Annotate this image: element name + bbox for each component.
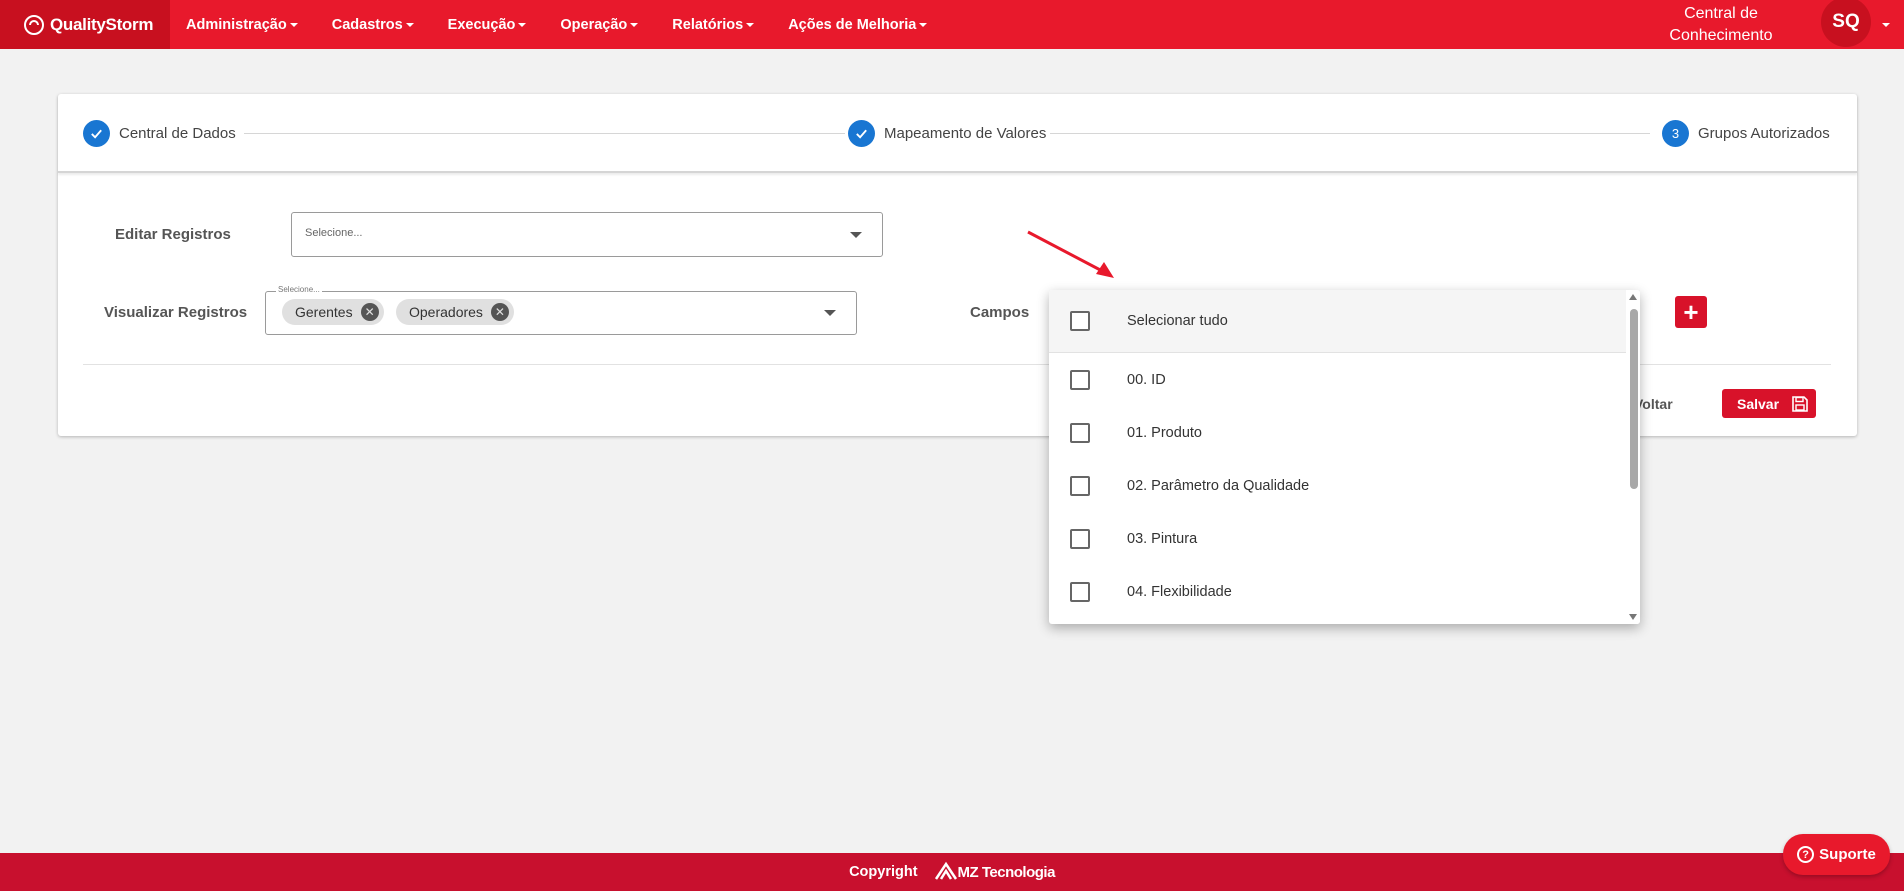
knowledge-center-link[interactable]: Central de Conhecimento xyxy=(1661,3,1781,47)
edit-records-select[interactable]: Selecione... xyxy=(291,212,883,257)
select-placeholder: Selecione... xyxy=(305,227,363,239)
avatar[interactable]: SQ xyxy=(1821,0,1871,47)
caret-down-icon xyxy=(289,22,298,27)
step-connector xyxy=(1050,133,1650,134)
chip-label: Operadores xyxy=(409,304,483,320)
brand-swirl-icon xyxy=(24,14,44,35)
company-logo: MZ Tecnologia xyxy=(934,861,1055,883)
check-icon xyxy=(848,120,875,147)
select-all-option[interactable]: Selecionar tudo xyxy=(1049,290,1626,353)
check-icon xyxy=(83,120,110,147)
scroll-up-icon[interactable] xyxy=(1629,294,1637,300)
step-label: Central de Dados xyxy=(119,125,236,142)
caret-down-icon xyxy=(630,22,639,27)
support-button[interactable]: ? Suporte xyxy=(1783,834,1890,875)
menu-execucao[interactable]: Execução xyxy=(448,17,527,33)
caret-down-icon xyxy=(746,22,755,27)
dropdown-option[interactable]: 04. Flexibilidade xyxy=(1049,565,1626,618)
brand-logo[interactable]: QualityStorm xyxy=(0,0,170,49)
menu-acoes-de-melhoria[interactable]: Ações de Melhoria xyxy=(788,16,928,33)
option-label: 03. Pintura xyxy=(1127,530,1198,547)
step-number: 3 xyxy=(1662,120,1689,147)
chip-remove-icon[interactable]: ✕ xyxy=(360,303,379,321)
chip-operadores: Operadores ✕ xyxy=(396,299,514,325)
navbar-right: Central de Conhecimento SQ xyxy=(1661,0,1904,49)
option-label: 02. Parâmetro da Qualidade xyxy=(1127,477,1310,494)
menu-cadastros[interactable]: Cadastros xyxy=(332,17,414,33)
fields-dropdown: Selecionar tudo 00. ID 01. Produto 02. P… xyxy=(1049,290,1640,624)
step-central-de-dados[interactable]: Central de Dados xyxy=(83,120,236,147)
option-label: 01. Produto xyxy=(1127,424,1202,441)
caret-down-icon xyxy=(405,22,414,27)
step-label: Grupos Autorizados xyxy=(1698,125,1830,142)
floppy-disk-icon xyxy=(1792,395,1808,412)
checkbox[interactable] xyxy=(1070,475,1090,496)
step-grupos-autorizados[interactable]: 3 Grupos Autorizados xyxy=(1662,120,1830,147)
caret-down-icon xyxy=(919,22,928,27)
menu-label: Operação xyxy=(560,16,628,33)
menu-label: Administração xyxy=(186,16,287,33)
chip-label: Gerentes xyxy=(295,304,353,320)
add-button[interactable]: + xyxy=(1675,296,1707,328)
menu-label: Cadastros xyxy=(331,16,403,33)
footer: Copyright MZ Tecnologia xyxy=(0,853,1904,891)
dropdown-arrow-icon xyxy=(824,310,836,316)
menu-label: Relatórios xyxy=(672,16,744,33)
checkbox[interactable] xyxy=(1070,311,1090,331)
edit-records-label: Editar Registros xyxy=(115,226,231,243)
checkbox[interactable] xyxy=(1070,581,1090,602)
step-mapeamento-de-valores[interactable]: Mapeamento de Valores xyxy=(848,120,1046,147)
menu-relatorios[interactable]: Relatórios xyxy=(672,16,755,33)
main-menu: Administração Cadastros Execução Operaçã… xyxy=(186,17,961,33)
fields-label: Campos xyxy=(970,304,1030,321)
dropdown-option[interactable]: 00. ID xyxy=(1049,353,1626,406)
chip-gerentes: Gerentes ✕ xyxy=(282,299,384,325)
stepper: Central de Dados Mapeamento de Valores 3… xyxy=(58,94,1857,173)
scroll-thumb[interactable] xyxy=(1630,309,1638,489)
option-label: Selecionar tudo xyxy=(1127,313,1228,329)
user-menu-caret-icon[interactable] xyxy=(1882,22,1890,27)
step-connector xyxy=(244,133,845,134)
menu-operacao[interactable]: Operação xyxy=(560,16,639,33)
brand-name: QualityStorm xyxy=(50,14,154,34)
menu-label: Execução xyxy=(447,16,516,33)
menu-administracao[interactable]: Administração xyxy=(186,17,298,33)
floating-label: Selecione... xyxy=(276,285,322,294)
checkbox[interactable] xyxy=(1070,369,1090,390)
option-label: 00. ID xyxy=(1127,371,1166,388)
chip-remove-icon[interactable]: ✕ xyxy=(490,303,509,321)
dropdown-option[interactable]: 03. Pintura xyxy=(1049,512,1626,565)
caret-down-icon xyxy=(518,22,527,27)
mz-logo-icon xyxy=(934,861,957,880)
dropdown-arrow-icon xyxy=(850,232,862,238)
checkbox[interactable] xyxy=(1070,528,1090,549)
option-label: 04. Flexibilidade xyxy=(1127,583,1232,600)
save-label: Salvar xyxy=(1737,395,1780,412)
view-records-select[interactable]: Selecione... Gerentes ✕ Operadores ✕ xyxy=(265,285,857,335)
scroll-down-icon[interactable] xyxy=(1629,614,1637,620)
menu-label: Ações de Melhoria xyxy=(788,16,917,33)
checkbox[interactable] xyxy=(1070,422,1090,443)
dropdown-option[interactable]: 01. Produto xyxy=(1049,406,1626,459)
top-navbar: QualityStorm Administração Cadastros Exe… xyxy=(0,0,1904,49)
company-name: MZ Tecnologia xyxy=(957,863,1056,881)
save-button[interactable]: Salvar xyxy=(1722,389,1816,418)
scrollbar[interactable] xyxy=(1626,290,1640,624)
copyright-text: Copyright xyxy=(849,864,918,880)
dropdown-option[interactable]: 02. Parâmetro da Qualidade xyxy=(1049,459,1626,512)
question-icon: ? xyxy=(1797,846,1815,863)
view-records-label: Visualizar Registros xyxy=(104,304,248,321)
step-label: Mapeamento de Valores xyxy=(884,125,1047,142)
support-label: Suporte xyxy=(1819,846,1876,863)
annotation-arrow xyxy=(1027,230,1114,278)
